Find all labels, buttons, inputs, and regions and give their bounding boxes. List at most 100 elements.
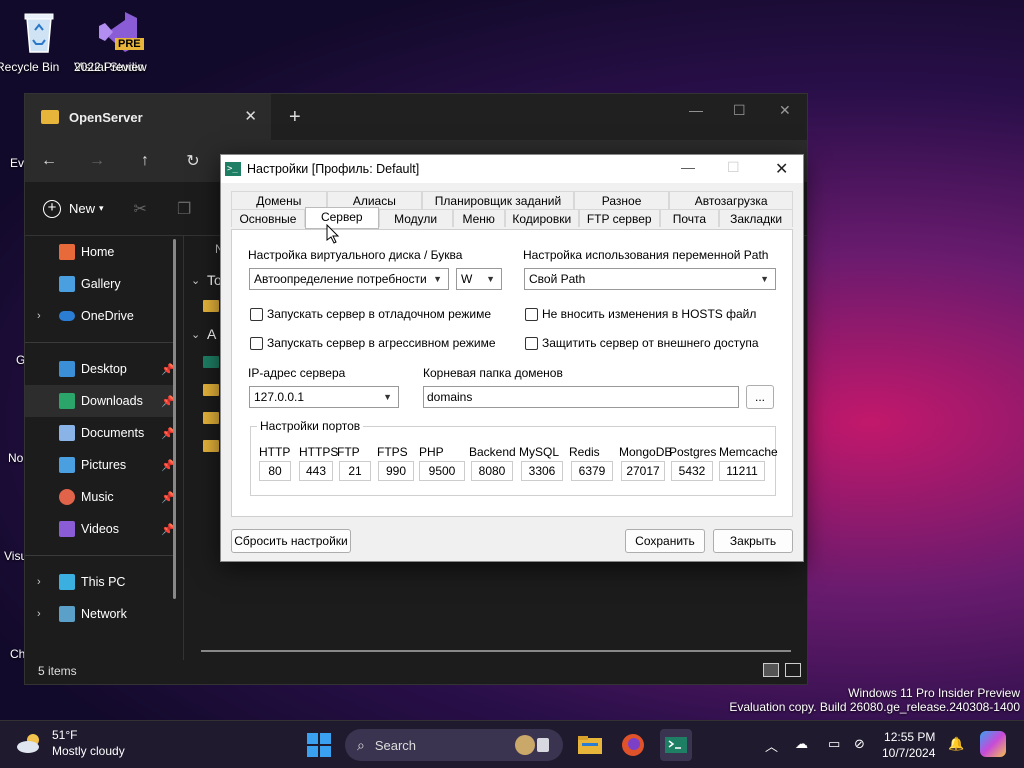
tab-scheduler[interactable]: Планировщик заданий [422, 191, 574, 209]
port-input-ftp[interactable]: 21 [339, 461, 371, 481]
browse-button[interactable]: ... [746, 385, 774, 409]
close-button[interactable]: Закрыть [713, 529, 793, 553]
sidebar-item-onedrive[interactable]: › OneDrive [25, 300, 175, 332]
sidebar-scrollbar[interactable] [173, 239, 176, 599]
copilot-icon[interactable] [980, 731, 1006, 757]
new-tab-icon[interactable]: + [289, 106, 301, 129]
notification-bell-icon[interactable]: 🔔 [948, 736, 964, 752]
sidebar-item-network[interactable]: › Network [25, 598, 175, 630]
checkbox-box[interactable] [250, 307, 263, 321]
chevron-down-icon: ▼ [433, 274, 442, 284]
sidebar-item-gallery[interactable]: Gallery [25, 268, 175, 300]
visual-studio-desktop-icon[interactable]: PRE Visual Studio 2022 Preview [74, 8, 160, 74]
port-input-postgres[interactable]: 5432 [671, 461, 713, 481]
checkbox-label: Не вносить изменения в HOSTS файл [542, 307, 757, 321]
display-icon[interactable]: ▭ [828, 736, 840, 752]
minimize-icon[interactable]: — [681, 159, 695, 175]
save-button[interactable]: Сохранить [625, 529, 705, 553]
sidebar-item-videos[interactable]: Videos 📌 [25, 513, 175, 545]
refresh-icon[interactable]: ↻ [169, 151, 217, 171]
back-arrow-icon[interactable]: ← [25, 152, 73, 170]
port-input-php[interactable]: 9500 [419, 461, 465, 481]
disk-mode-select[interactable]: Автоопределение потребности ▼ [249, 268, 449, 290]
drive-letter-select[interactable]: W ▼ [456, 268, 502, 290]
sidebar-item-music[interactable]: Music 📌 [25, 481, 175, 513]
port-input-mongodb[interactable]: 27017 [621, 461, 665, 481]
reset-settings-button[interactable]: Сбросить настройки [231, 529, 351, 553]
port-input-redis[interactable]: 6379 [571, 461, 613, 481]
aggressive-mode-checkbox[interactable]: Запускать сервер в агрессивном режиме [250, 336, 496, 350]
tab-mail[interactable]: Почта [659, 209, 720, 227]
terminal-taskbar-icon[interactable] [660, 729, 692, 761]
close-window-icon[interactable]: ✕ [779, 102, 791, 119]
tab-menu[interactable]: Меню [452, 209, 505, 227]
tab-autostart[interactable]: Автозагрузка [669, 191, 793, 209]
sidebar-item-home[interactable]: Home [25, 236, 175, 268]
chevron-down-icon[interactable]: ⌄ [191, 328, 200, 341]
cut-icon[interactable]: ✂ [134, 199, 147, 219]
tab-server[interactable]: Сервер [304, 207, 379, 229]
tab-misc[interactable]: Разное [573, 191, 670, 209]
forward-arrow-icon[interactable]: → [73, 152, 121, 170]
chevron-up-icon[interactable]: ︿ [765, 736, 778, 755]
sidebar-item-documents[interactable]: Documents 📌 [25, 417, 175, 449]
tab-ftp-server[interactable]: FTP сервер [578, 209, 660, 227]
sidebar-item-label: Pictures [81, 458, 127, 472]
checkbox-box[interactable] [525, 307, 538, 321]
port-input-mysql[interactable]: 3306 [521, 461, 563, 481]
debug-mode-checkbox[interactable]: Запускать сервер в отладочном режиме [250, 307, 491, 321]
taskbar-search[interactable]: ⌕ Search [345, 729, 563, 761]
start-button[interactable] [307, 733, 331, 757]
checkbox-box[interactable] [525, 336, 538, 350]
sidebar-item-downloads[interactable]: Downloads 📌 [25, 385, 175, 417]
details-view-icon[interactable] [763, 663, 779, 677]
ports-group: Настройки портов HTTP 80 HTTPS 443 FTP 2… [250, 419, 778, 496]
tiles-view-icon[interactable] [785, 663, 801, 677]
protect-server-checkbox[interactable]: Защитить сервер от внешнего доступа [525, 336, 759, 350]
path-select[interactable]: Свой Path ▼ [524, 268, 776, 290]
network-off-icon[interactable]: ⊘ [854, 736, 865, 752]
checkbox-box[interactable] [250, 336, 263, 350]
port-label-ftps: FTPS [377, 445, 408, 459]
copy-icon[interactable]: ❐ [177, 199, 191, 219]
new-button[interactable]: + New ▾ [43, 199, 104, 218]
recycle-bin-desktop-icon[interactable]: Recycle Bin [0, 8, 82, 74]
clock[interactable]: 12:55 PM 10/7/2024 [882, 729, 935, 761]
up-arrow-icon[interactable]: ↑ [121, 152, 169, 170]
maximize-icon[interactable]: ☐ [733, 102, 746, 119]
horizontal-scrollbar[interactable] [201, 650, 791, 652]
port-input-https[interactable]: 443 [299, 461, 333, 481]
cloud-off-icon[interactable]: ☁ [795, 736, 808, 752]
port-input-backend[interactable]: 8080 [471, 461, 513, 481]
chevron-right-icon[interactable]: › [37, 310, 41, 322]
port-input-ftps[interactable]: 990 [378, 461, 414, 481]
weather-widget[interactable]: 51°F Mostly cloudy [16, 727, 125, 759]
minimize-icon[interactable]: — [689, 102, 703, 118]
port-input-http[interactable]: 80 [259, 461, 291, 481]
ip-address-select[interactable]: 127.0.0.1 ▼ [249, 386, 399, 408]
close-tab-icon[interactable]: ✕ [244, 107, 257, 125]
maximize-icon: ☐ [727, 159, 740, 175]
sidebar-item-pictures[interactable]: Pictures 📌 [25, 449, 175, 481]
sidebar-item-label: Videos [81, 522, 119, 536]
chevron-right-icon[interactable]: › [37, 608, 41, 620]
tab-general[interactable]: Основные [231, 209, 305, 227]
chevron-down-icon[interactable]: ⌄ [191, 274, 200, 287]
sidebar-item-label: Network [81, 607, 127, 621]
sidebar-item-desktop[interactable]: Desktop 📌 [25, 353, 175, 385]
close-icon[interactable]: ✕ [775, 159, 788, 179]
sidebar-item-this-pc[interactable]: › This PC [25, 566, 175, 598]
chevron-right-icon[interactable]: › [37, 576, 41, 588]
explorer-tab[interactable]: OpenServer ✕ [25, 94, 271, 140]
root-folder-input[interactable]: domains [423, 386, 739, 408]
firefox-taskbar-icon[interactable] [617, 729, 649, 761]
port-input-memcache[interactable]: 11211 [719, 461, 765, 481]
folder-icon [203, 300, 219, 312]
tab-encodings[interactable]: Кодировки [504, 209, 579, 227]
weather-condition: Mostly cloudy [52, 744, 125, 758]
file-explorer-taskbar-icon[interactable] [574, 729, 606, 761]
tab-modules[interactable]: Модули [378, 209, 453, 227]
watermark-line-1: Windows 11 Pro Insider Preview [848, 686, 1020, 700]
hosts-checkbox[interactable]: Не вносить изменения в HOSTS файл [525, 307, 756, 321]
tab-bookmarks[interactable]: Закладки [719, 209, 794, 227]
